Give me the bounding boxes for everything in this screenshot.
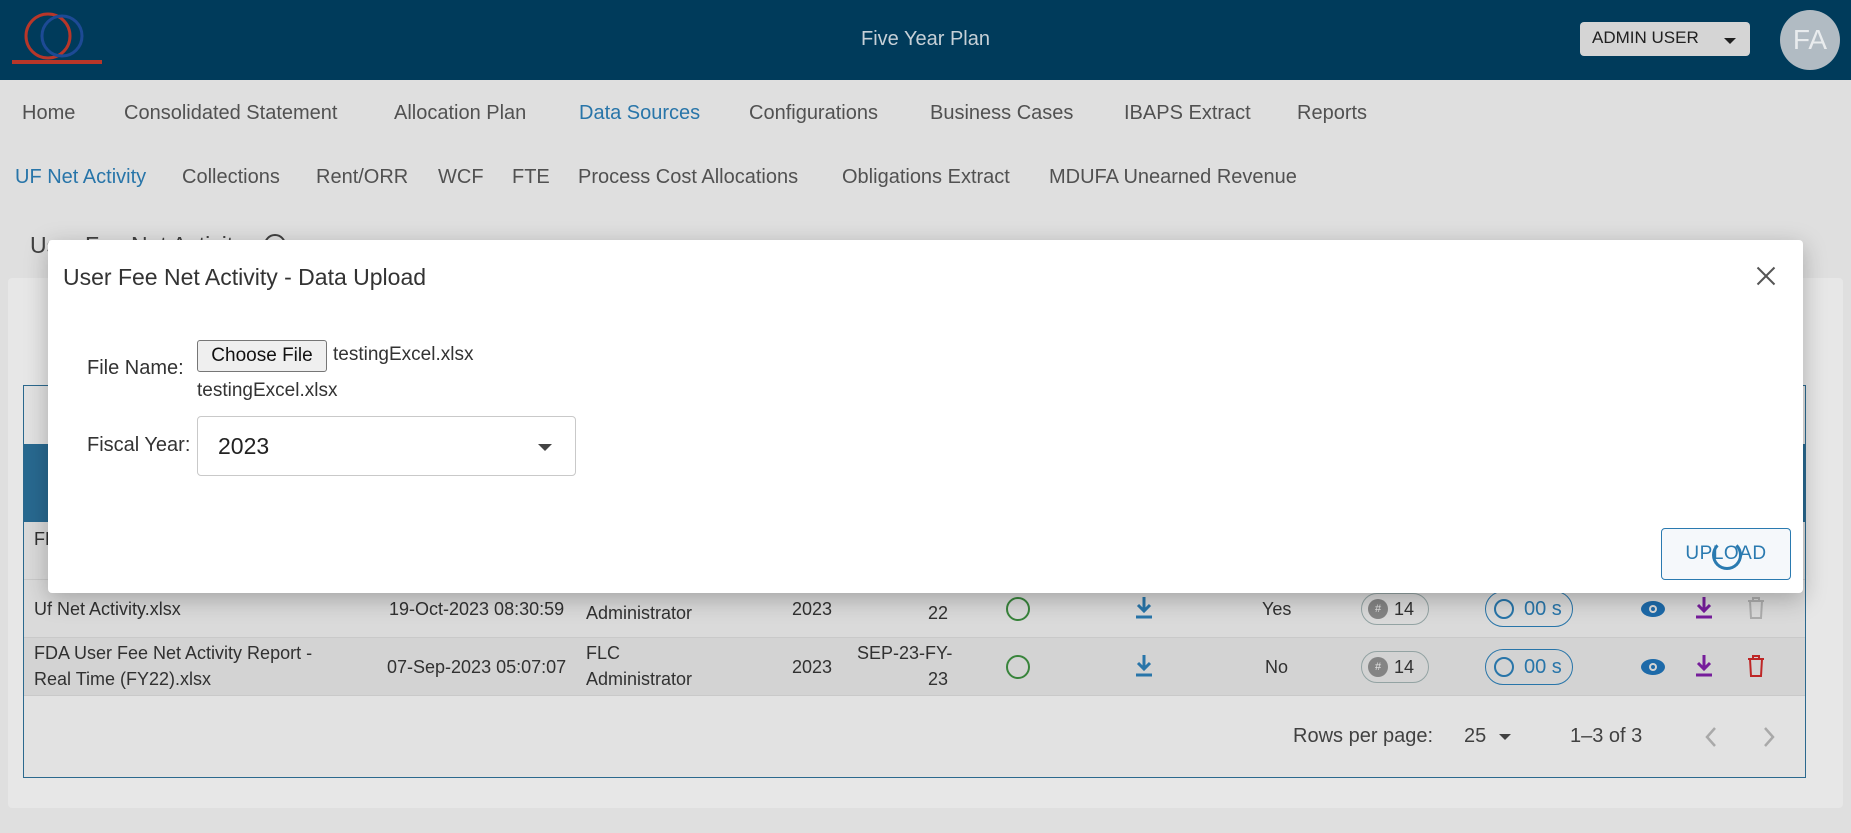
choose-file-button[interactable]: Choose File xyxy=(197,340,327,372)
loading-spinner-icon xyxy=(1712,540,1742,570)
fiscal-year-label: Fiscal Year: xyxy=(87,434,191,456)
selected-file-display: testingExcel.xlsx xyxy=(197,380,338,401)
upload-button[interactable]: UPLOAD xyxy=(1661,528,1791,580)
upload-dialog: User Fee Net Activity - Data Upload File… xyxy=(48,240,1803,593)
file-name-label: File Name: xyxy=(87,357,184,379)
fiscal-year-value: 2023 xyxy=(218,433,270,459)
close-icon[interactable] xyxy=(1754,264,1778,288)
dialog-title: User Fee Net Activity - Data Upload xyxy=(63,264,427,290)
chevron-down-icon xyxy=(538,444,552,451)
fiscal-year-select[interactable]: 2023 xyxy=(197,416,576,476)
chosen-file-name: testingExcel.xlsx xyxy=(333,344,474,365)
